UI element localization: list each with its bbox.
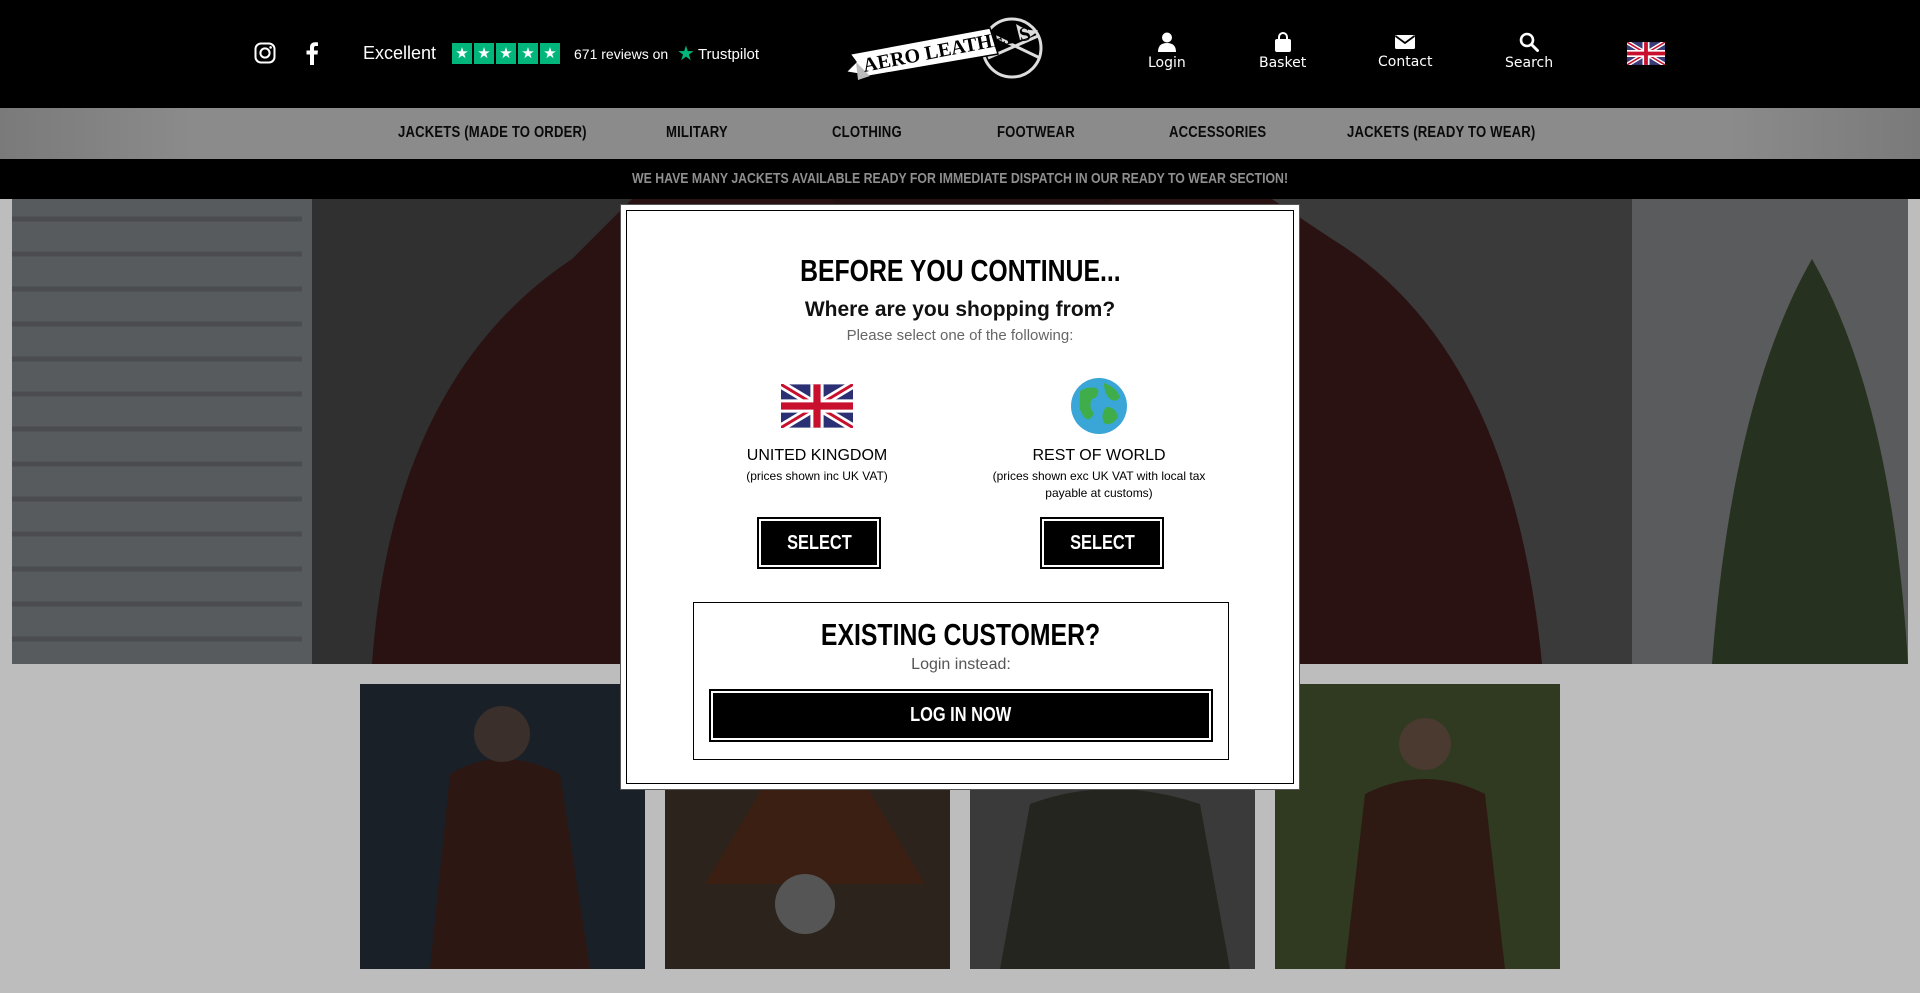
contact-label: Contact: [1378, 54, 1433, 70]
nav-item-military[interactable]: MILITARY: [666, 124, 728, 142]
existing-customer-box: EXISTING CUSTOMER? Login instead: LOG IN…: [693, 602, 1229, 760]
search-icon: [1519, 32, 1540, 52]
existing-customer-title: EXISTING CUSTOMER?: [821, 617, 1101, 652]
region-note: (prices shown inc UK VAT): [746, 469, 888, 483]
select-uk-button[interactable]: SELECT: [757, 517, 881, 569]
region-note: (prices shown exc UK VAT with local tax …: [992, 469, 1206, 500]
trustpilot-logo: ★ Trustpilot: [677, 44, 759, 64]
announcement-text: WE HAVE MANY JACKETS AVAILABLE READY FOR…: [631, 170, 1289, 187]
region-name: UNITED KINGDOM: [746, 447, 888, 464]
modal-instruction: Please select one of the following:: [846, 327, 1074, 344]
nav-item-jackets-ready-to-wear[interactable]: JACKETS (READY TO WEAR): [1347, 124, 1535, 142]
modal-title: BEFORE YOU CONTINUE...: [799, 253, 1121, 288]
nav-item-jackets-made-to-order[interactable]: JACKETS (MADE TO ORDER): [398, 124, 587, 142]
trustpilot-star-icon: ★: [677, 43, 695, 65]
product-thumbnail[interactable]: [1275, 684, 1560, 969]
star-icon: ★: [496, 43, 516, 64]
site-header: Excellent ★ ★ ★ ★ ★ 671 reviews on ★ Tru…: [0, 0, 1920, 108]
uk-flag-icon: [687, 377, 947, 435]
region-option-rest-of-world: REST OF WORLD (prices shown exc UK VAT w…: [969, 377, 1229, 502]
instagram-icon[interactable]: [253, 41, 277, 65]
region-option-uk: UNITED KINGDOM (prices shown inc UK VAT): [687, 377, 947, 485]
basket-link[interactable]: Basket: [1259, 32, 1306, 71]
star-icon: ★: [452, 43, 472, 64]
basket-label: Basket: [1259, 55, 1307, 71]
modal-frame: BEFORE YOU CONTINUE... Where are you sho…: [626, 210, 1294, 784]
bag-icon: [1274, 32, 1291, 52]
star-icon: ★: [474, 43, 494, 64]
envelope-icon: [1395, 35, 1416, 49]
select-uk-button-label: SELECT: [786, 531, 852, 554]
star-icon: ★: [540, 43, 560, 64]
user-icon: [1157, 32, 1176, 52]
brand-logo[interactable]: AERO LEATHERS: [840, 14, 1070, 84]
nav-item-footwear[interactable]: FOOTWEAR: [997, 124, 1075, 142]
trustpilot-stars: ★ ★ ★ ★ ★: [452, 43, 560, 64]
search-label: Search: [1505, 55, 1554, 71]
login-label: Login: [1148, 55, 1186, 71]
trustpilot-brand: Trustpilot: [697, 45, 760, 63]
trustpilot-review-count: 671 reviews on: [574, 46, 669, 62]
select-rest-of-world-button-label: SELECT: [1069, 531, 1135, 554]
log-in-now-button-label: LOG IN NOW: [910, 704, 1012, 726]
trustpilot-rating-label: Excellent: [363, 43, 437, 63]
existing-customer-subtitle: Login instead:: [911, 656, 1011, 673]
login-link[interactable]: Login: [1148, 32, 1186, 71]
globe-icon: [969, 377, 1229, 435]
select-rest-of-world-button[interactable]: SELECT: [1040, 517, 1164, 569]
modal-subtitle: Where are you shopping from?: [804, 298, 1116, 321]
nav-item-clothing[interactable]: CLOTHING: [832, 124, 902, 142]
contact-link[interactable]: Contact: [1378, 32, 1432, 70]
main-nav: JACKETS (MADE TO ORDER) MILITARY CLOTHIN…: [0, 108, 1920, 159]
region-name: REST OF WORLD: [1032, 447, 1166, 464]
facebook-icon[interactable]: [303, 40, 321, 66]
log-in-now-button[interactable]: LOG IN NOW: [709, 689, 1213, 742]
nav-item-accessories[interactable]: ACCESSORIES: [1169, 124, 1266, 142]
star-icon: ★: [518, 43, 538, 64]
product-thumbnail[interactable]: [360, 684, 645, 969]
region-select-modal: BEFORE YOU CONTINUE... Where are you sho…: [620, 204, 1300, 790]
announcement-bar[interactable]: WE HAVE MANY JACKETS AVAILABLE READY FOR…: [0, 159, 1920, 199]
search-link[interactable]: Search: [1505, 32, 1553, 71]
uk-flag-icon[interactable]: [1625, 40, 1667, 67]
